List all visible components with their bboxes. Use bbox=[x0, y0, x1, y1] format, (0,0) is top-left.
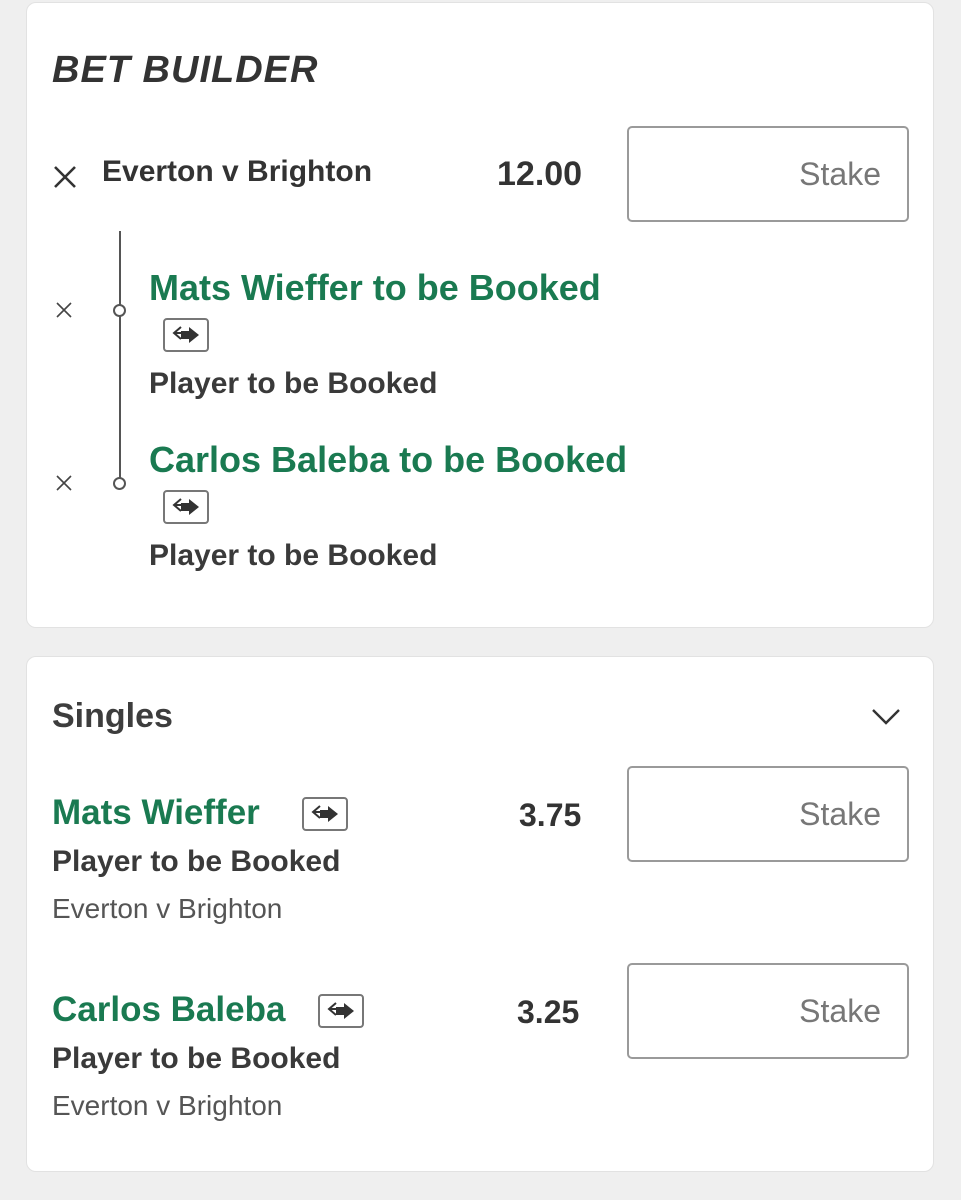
leg-market: Player to be Booked bbox=[149, 539, 438, 572]
bet-builder-title: BET BUILDER bbox=[52, 49, 319, 91]
bet-builder-event-name: Everton v Brighton bbox=[102, 155, 373, 188]
bet-builder-odds: 12.00 bbox=[497, 155, 583, 193]
leg-node bbox=[113, 477, 126, 490]
swap-arrows-icon[interactable] bbox=[163, 318, 209, 352]
remove-leg-close-icon[interactable] bbox=[55, 301, 73, 319]
single-event: Everton v Brighton bbox=[52, 893, 283, 924]
swap-arrows-icon[interactable] bbox=[163, 490, 209, 524]
single-stake-input[interactable] bbox=[627, 766, 909, 862]
single-event: Everton v Brighton bbox=[52, 1090, 283, 1121]
single-odds: 3.25 bbox=[517, 994, 580, 1030]
leg-market: Player to be Booked bbox=[149, 367, 438, 400]
swap-arrows-icon[interactable] bbox=[302, 797, 348, 831]
remove-bet-builder-close-icon[interactable] bbox=[53, 165, 77, 189]
single-odds: 3.75 bbox=[519, 797, 582, 833]
remove-leg-close-icon[interactable] bbox=[55, 474, 73, 492]
chevron-down-icon[interactable] bbox=[871, 707, 901, 727]
singles-card: Singles Mats Wieffer Player to be Booked… bbox=[26, 656, 934, 1172]
singles-title: Singles bbox=[52, 697, 173, 735]
leg-selection: Carlos Baleba to be Booked bbox=[149, 439, 628, 480]
single-selection: Mats Wieffer bbox=[52, 793, 260, 832]
single-selection: Carlos Baleba bbox=[52, 990, 286, 1029]
legs-connector-line bbox=[119, 231, 121, 487]
leg-node bbox=[113, 304, 126, 317]
bet-builder-stake-input[interactable] bbox=[627, 126, 909, 222]
single-market: Player to be Booked bbox=[52, 1042, 341, 1075]
swap-arrows-icon[interactable] bbox=[318, 994, 364, 1028]
bet-builder-card: BET BUILDER Everton v Brighton 12.00 Mat… bbox=[26, 2, 934, 628]
single-stake-input[interactable] bbox=[627, 963, 909, 1059]
leg-selection: Mats Wieffer to be Booked bbox=[149, 267, 601, 308]
single-market: Player to be Booked bbox=[52, 845, 341, 878]
